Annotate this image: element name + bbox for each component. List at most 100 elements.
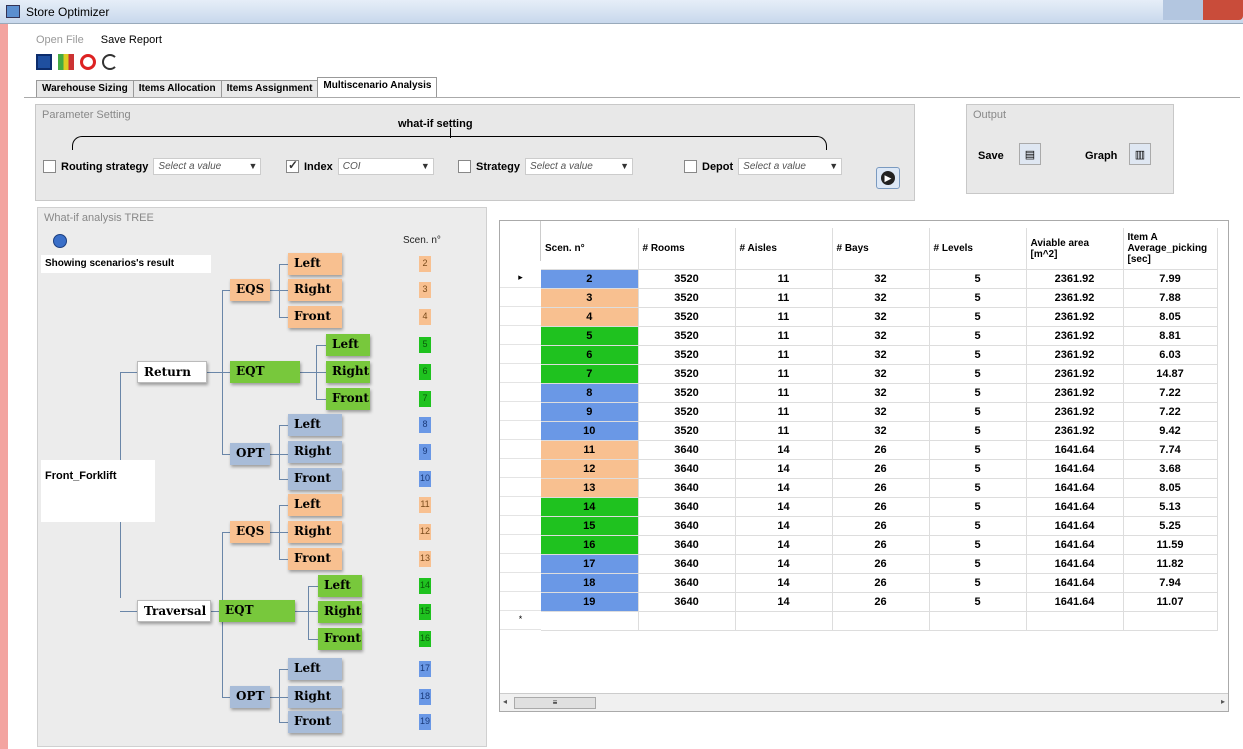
strategy-select[interactable]: Select a value ▼ [525,158,634,175]
cell-avg[interactable]: 8.05 [1123,478,1218,498]
cell-aisles[interactable]: 11 [735,383,833,403]
cell-levels[interactable]: 5 [929,497,1027,517]
row-header[interactable] [500,516,541,535]
tree-leaf-node[interactable]: Right [288,521,342,543]
tree-root-node[interactable]: Front_Forklift [41,460,155,522]
cell-rooms[interactable]: 3640 [638,535,736,555]
tree-node-eqt-1[interactable]: EQT [230,361,300,383]
row-header[interactable]: ▸ [500,269,541,288]
col-bays[interactable]: # Bays [832,228,930,270]
cell-scen[interactable]: 13 [541,478,639,498]
cell-area[interactable]: 1641.64 [1026,497,1124,517]
row-header[interactable] [500,440,541,459]
cell-rooms[interactable]: 3520 [638,364,736,384]
cell-rooms[interactable]: 3640 [638,516,736,536]
tree-node-return[interactable]: Return [137,361,207,383]
tree-leaf-node[interactable]: Left [288,658,342,680]
row-header[interactable] [500,535,541,554]
table-row[interactable]: 11 3640 14 26 5 1641.64 7.74 [541,440,1218,460]
tree-node-opt-2[interactable]: OPT [230,686,270,708]
cell-bays[interactable]: 32 [832,383,930,403]
table-row[interactable]: 3 3520 11 32 5 2361.92 7.88 [541,288,1218,308]
table-row[interactable]: 10 3520 11 32 5 2361.92 9.42 [541,421,1218,441]
cell-empty[interactable] [638,611,736,631]
cell-levels[interactable]: 5 [929,402,1027,422]
cell-scen[interactable]: 3 [541,288,639,308]
cell-rooms[interactable]: 3520 [638,402,736,422]
cell-scen[interactable]: 5 [541,326,639,346]
cell-area[interactable]: 1641.64 [1026,535,1124,555]
cell-scen[interactable]: 14 [541,497,639,517]
cell-avg[interactable]: 11.59 [1123,535,1218,555]
col-avg-picking[interactable]: Item A Average_picking [sec] [1123,228,1218,270]
window-controls[interactable] [1163,0,1243,20]
table-row[interactable]: 4 3520 11 32 5 2361.92 8.05 [541,307,1218,327]
cell-bays[interactable]: 32 [832,364,930,384]
tree-leaf-node[interactable]: Front [288,306,342,328]
cell-area[interactable]: 2361.92 [1026,364,1124,384]
tree-leaf-node[interactable]: Left [288,494,342,516]
cell-bays[interactable]: 32 [832,402,930,422]
cell-area[interactable]: 2361.92 [1026,326,1124,346]
routing-strategy-select[interactable]: Select a value ▼ [153,158,262,175]
cell-levels[interactable]: 5 [929,269,1027,289]
cell-levels[interactable]: 5 [929,535,1027,555]
depot-select[interactable]: Select a value ▼ [738,158,843,175]
row-header[interactable] [500,288,541,307]
cell-rooms[interactable]: 3520 [638,269,736,289]
tree-leaf-node[interactable]: Right [288,279,342,301]
cell-aisles[interactable]: 11 [735,307,833,327]
cell-rooms[interactable]: 3640 [638,554,736,574]
cell-area[interactable]: 1641.64 [1026,459,1124,479]
row-header[interactable] [500,383,541,402]
cell-scen[interactable]: 10 [541,421,639,441]
cell-levels[interactable]: 5 [929,421,1027,441]
tree-leaf-node[interactable]: Right [288,686,342,708]
cell-area[interactable]: 2361.92 [1026,345,1124,365]
col-levels[interactable]: # Levels [929,228,1027,270]
cell-scen[interactable]: 6 [541,345,639,365]
cell-bays[interactable]: 32 [832,307,930,327]
cell-rooms[interactable]: 3520 [638,307,736,327]
cell-rooms[interactable]: 3520 [638,383,736,403]
row-header[interactable] [500,459,541,478]
undo-icon[interactable] [102,54,118,70]
cell-avg[interactable]: 8.05 [1123,307,1218,327]
cell-scen[interactable]: 11 [541,440,639,460]
cell-bays[interactable]: 26 [832,592,930,612]
tree-leaf-node[interactable]: Front [288,711,342,733]
cell-scen[interactable]: 4 [541,307,639,327]
cell-avg[interactable]: 6.03 [1123,345,1218,365]
row-header[interactable] [500,402,541,421]
cell-scen[interactable]: 9 [541,402,639,422]
cell-rooms[interactable]: 3640 [638,497,736,517]
cell-levels[interactable]: 5 [929,573,1027,593]
save-report-button[interactable]: ▤ [1019,143,1041,165]
cell-aisles[interactable]: 11 [735,402,833,422]
cell-area[interactable]: 1641.64 [1026,478,1124,498]
cell-bays[interactable]: 26 [832,459,930,479]
cell-bays[interactable]: 26 [832,516,930,536]
cell-rooms[interactable]: 3640 [638,478,736,498]
cell-avg[interactable]: 14.87 [1123,364,1218,384]
tab-multiscenario-analysis[interactable]: Multiscenario Analysis [317,77,438,98]
cell-avg[interactable]: 5.13 [1123,497,1218,517]
cell-bays[interactable]: 32 [832,345,930,365]
row-header[interactable] [500,307,541,326]
horizontal-scrollbar[interactable]: ◂ ≡ ▸ [500,693,1228,711]
cell-aisles[interactable]: 11 [735,326,833,346]
cell-area[interactable]: 2361.92 [1026,383,1124,403]
menu-open-file[interactable]: Open File [36,34,84,46]
cell-empty[interactable] [1123,611,1218,631]
row-header[interactable] [500,478,541,497]
cell-empty[interactable] [832,611,930,631]
tree-node-eqt-2[interactable]: EQT [219,600,295,622]
cell-avg[interactable]: 7.22 [1123,402,1218,422]
routing-strategy-checkbox[interactable] [43,160,56,173]
cell-avg[interactable]: 11.82 [1123,554,1218,574]
cell-empty[interactable] [541,611,639,631]
table-new-row[interactable] [541,611,1218,631]
cell-rooms[interactable]: 3520 [638,326,736,346]
row-header[interactable] [500,364,541,383]
tree-leaf-node[interactable]: Right [318,601,362,623]
